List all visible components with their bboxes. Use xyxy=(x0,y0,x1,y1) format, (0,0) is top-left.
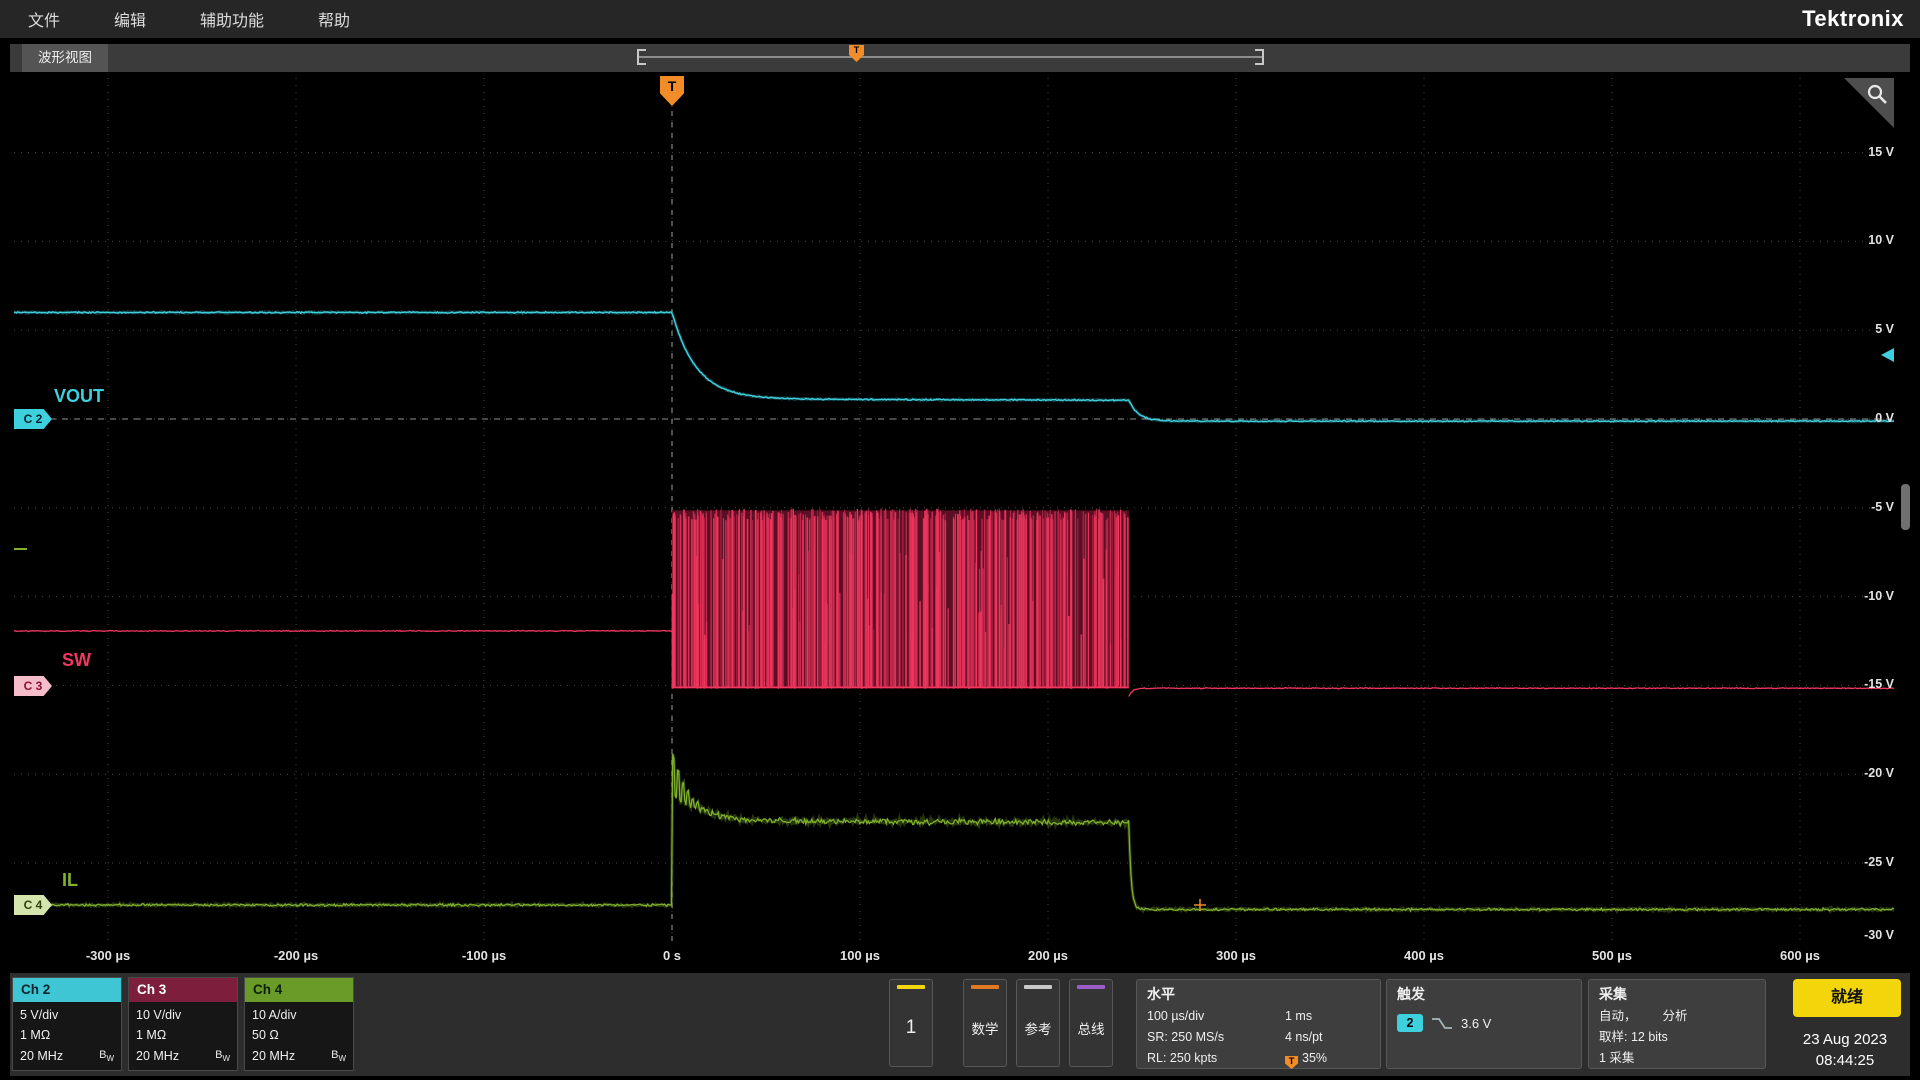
x-axis-tick: 600 µs xyxy=(1780,948,1820,963)
acq-count: 1 采集 xyxy=(1599,1048,1634,1069)
x-axis-tick: 0 s xyxy=(663,948,681,963)
sample-rate: SR: 250 MS/s xyxy=(1147,1027,1285,1048)
magnifier-icon[interactable] xyxy=(1866,83,1890,107)
bandwidth-limit-icon: BW xyxy=(331,1047,346,1066)
date-label: 23 Aug 2023 xyxy=(1785,1031,1905,1048)
trace-label-il: IL xyxy=(62,870,78,891)
channel-badge-ch3[interactable]: Ch 3 10 V/div 1 MΩ 20 MHz BW xyxy=(128,977,238,1071)
waveform-canvas[interactable] xyxy=(14,78,1894,946)
tab-waveform-view[interactable]: 波形视图 xyxy=(22,44,108,72)
ch3-bandwidth: 20 MHz xyxy=(136,1046,179,1066)
ch4-header: Ch 4 xyxy=(245,978,353,1002)
x-axis-tick: -200 µs xyxy=(274,948,318,963)
ch2-header: Ch 2 xyxy=(13,978,121,1002)
trigger-level: 3.6 V xyxy=(1461,1016,1491,1031)
channel-1-button[interactable]: 1 xyxy=(889,979,933,1067)
ch4-impedance: 50 Ω xyxy=(252,1025,346,1045)
trigger-title: 触发 xyxy=(1397,984,1571,1004)
bandwidth-limit-icon: BW xyxy=(99,1047,114,1066)
x-axis-tick: 500 µs xyxy=(1592,948,1632,963)
acquisition-title: 采集 xyxy=(1599,984,1755,1004)
ready-status-badge: 就绪 xyxy=(1793,979,1901,1017)
resolution: 4 ns/pt xyxy=(1285,1027,1370,1048)
acquisition-panel[interactable]: 采集 自动， 分析 取样: 12 bits 1 采集 xyxy=(1588,979,1766,1069)
trigger-level-arrow-icon[interactable] xyxy=(1881,348,1894,362)
ref-button[interactable]: 参考 xyxy=(1016,979,1060,1067)
trace-label-vout: VOUT xyxy=(54,386,104,407)
x-axis-tick: -300 µs xyxy=(86,948,130,963)
bus-button[interactable]: 总线 xyxy=(1069,979,1113,1067)
falling-edge-icon xyxy=(1431,1016,1453,1031)
trace-label-sw: SW xyxy=(62,650,91,671)
minimap-left-bracket-icon[interactable] xyxy=(637,49,646,65)
acq-sample-bits: 取样: 12 bits xyxy=(1599,1027,1668,1048)
acq-analyze: 分析 xyxy=(1663,1006,1688,1027)
tektronix-logo: Tektronix xyxy=(1802,6,1904,32)
menu-utility[interactable]: 辅助功能 xyxy=(200,7,264,31)
menu-file[interactable]: 文件 xyxy=(28,7,60,31)
minimap-right-bracket-icon[interactable] xyxy=(1255,49,1264,65)
ch2-bandwidth: 20 MHz xyxy=(20,1046,63,1066)
channel-badge-ch2[interactable]: Ch 2 5 V/div 1 MΩ 20 MHz BW xyxy=(12,977,122,1071)
ch4-bandwidth: 20 MHz xyxy=(252,1046,295,1066)
trigger-position-icon: T xyxy=(1285,1056,1298,1069)
horizontal-scale: 100 µs/div xyxy=(1147,1006,1285,1027)
trigger-position: T35% xyxy=(1285,1048,1370,1069)
trigger-source-badge: 2 xyxy=(1397,1014,1423,1032)
menu-help[interactable]: 帮助 xyxy=(318,7,350,31)
ch3-header: Ch 3 xyxy=(129,978,237,1002)
horizontal-title: 水平 xyxy=(1147,984,1370,1004)
menu-bar: 文件 编辑 辅助功能 帮助 xyxy=(0,0,1920,38)
record-minimap-track[interactable] xyxy=(637,56,1264,58)
record-length: RL: 250 kpts xyxy=(1147,1048,1285,1069)
trigger-panel[interactable]: 触发 2 3.6 V xyxy=(1386,979,1582,1069)
x-axis-tick: 300 µs xyxy=(1216,948,1256,963)
acq-mode: 自动， xyxy=(1599,1006,1637,1027)
ch3-scale: 10 V/div xyxy=(136,1005,230,1025)
menu-edit[interactable]: 编辑 xyxy=(114,7,146,31)
ch3-impedance: 1 MΩ xyxy=(136,1025,230,1045)
time-label: 08:44:25 xyxy=(1785,1052,1905,1069)
vertical-scrollbar-thumb[interactable] xyxy=(1901,484,1910,530)
x-axis-tick: 200 µs xyxy=(1028,948,1068,963)
math-button[interactable]: 数学 xyxy=(963,979,1007,1067)
horizontal-panel[interactable]: 水平 100 µs/div 1 ms SR: 250 MS/s 4 ns/pt … xyxy=(1136,979,1381,1069)
x-axis-tick: -100 µs xyxy=(462,948,506,963)
horizontal-window: 1 ms xyxy=(1285,1006,1370,1027)
x-axis-tick: 100 µs xyxy=(840,948,880,963)
ch4-scale: 10 A/div xyxy=(252,1005,346,1025)
channel-badge-ch4[interactable]: Ch 4 10 A/div 50 Ω 20 MHz BW xyxy=(244,977,354,1071)
x-axis-tick: 400 µs xyxy=(1404,948,1444,963)
bandwidth-limit-icon: BW xyxy=(215,1047,230,1066)
ch2-impedance: 1 MΩ xyxy=(20,1025,114,1045)
bottom-bar: Ch 2 5 V/div 1 MΩ 20 MHz BW Ch 3 10 V/di… xyxy=(10,973,1910,1076)
view-tab-bar: 波形视图 xyxy=(10,44,1910,72)
ch2-scale: 5 V/div xyxy=(20,1005,114,1025)
